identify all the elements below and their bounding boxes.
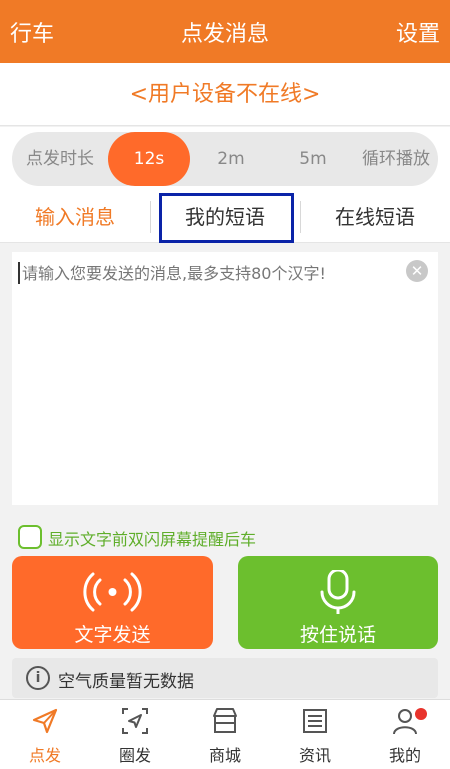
text-caret (18, 262, 20, 284)
send-icon (32, 708, 58, 734)
message-placeholder: 请输入您要发送的消息,最多支持80个汉字! (22, 264, 326, 283)
duration-option-12s[interactable]: 12s (108, 132, 190, 186)
settings-button[interactable]: 设置 (396, 16, 440, 48)
nav-item-circle-send[interactable]: 圈发 (90, 700, 180, 769)
duration-selector: 点发时长 12s 2m 5m 循环播放 (12, 132, 438, 186)
duration-option-5m[interactable]: 5m (272, 132, 354, 186)
nav-label-circle-send: 圈发 (118, 746, 151, 765)
nav-item-news[interactable]: 资讯 (270, 700, 360, 769)
nav-label-news: 资讯 (298, 746, 331, 765)
nav-item-mine[interactable]: 我的 (360, 700, 450, 769)
bottom-nav: 点发 圈发 商城 资讯 我的 (0, 699, 450, 769)
notification-badge (415, 708, 427, 720)
loop-play-option[interactable]: 循环播放 (354, 132, 438, 186)
broadcast-icon (83, 572, 142, 612)
tab-input-message[interactable]: 输入消息 (0, 191, 150, 243)
text-send-button[interactable]: 文字发送 (12, 556, 213, 649)
clear-icon[interactable]: ✕ (406, 260, 428, 282)
device-status: <用户设备不在线> (0, 63, 450, 126)
hold-to-talk-button[interactable]: 按住说话 (238, 556, 438, 649)
air-quality-bar: i 空气质量暂无数据 (12, 658, 438, 698)
page-title: 点发消息 (180, 22, 269, 47)
microphone-icon (320, 570, 356, 614)
duration-label: 点发时长 (26, 149, 94, 169)
store-icon (213, 708, 237, 733)
circle-send-icon (122, 708, 148, 734)
flash-checkbox[interactable] (18, 525, 42, 549)
tab-online-phrases[interactable]: 在线短语 (300, 191, 450, 243)
nav-label-mine: 我的 (388, 746, 421, 765)
news-icon (303, 709, 327, 733)
duration-option-2m[interactable]: 2m (190, 132, 272, 186)
hold-to-talk-label: 按住说话 (299, 624, 376, 646)
duration-bar: 点发时长 12s 2m 5m 循环播放 (0, 127, 450, 191)
nav-item-store[interactable]: 商城 (180, 700, 270, 769)
nav-label-store: 商城 (208, 746, 241, 765)
message-input[interactable]: 请输入您要发送的消息,最多支持80个汉字! ✕ (12, 252, 438, 505)
nav-label-send: 点发 (28, 746, 61, 765)
text-send-label: 文字发送 (74, 624, 151, 646)
flash-label: 显示文字前双闪屏幕提醒后车 (48, 530, 257, 549)
annotation-highlight-box (159, 193, 294, 243)
nav-item-send[interactable]: 点发 (0, 700, 90, 769)
air-quality-text: 空气质量暂无数据 (58, 672, 194, 692)
top-bar: 行车 点发消息 设置 (0, 0, 450, 63)
info-icon: i (26, 666, 50, 690)
